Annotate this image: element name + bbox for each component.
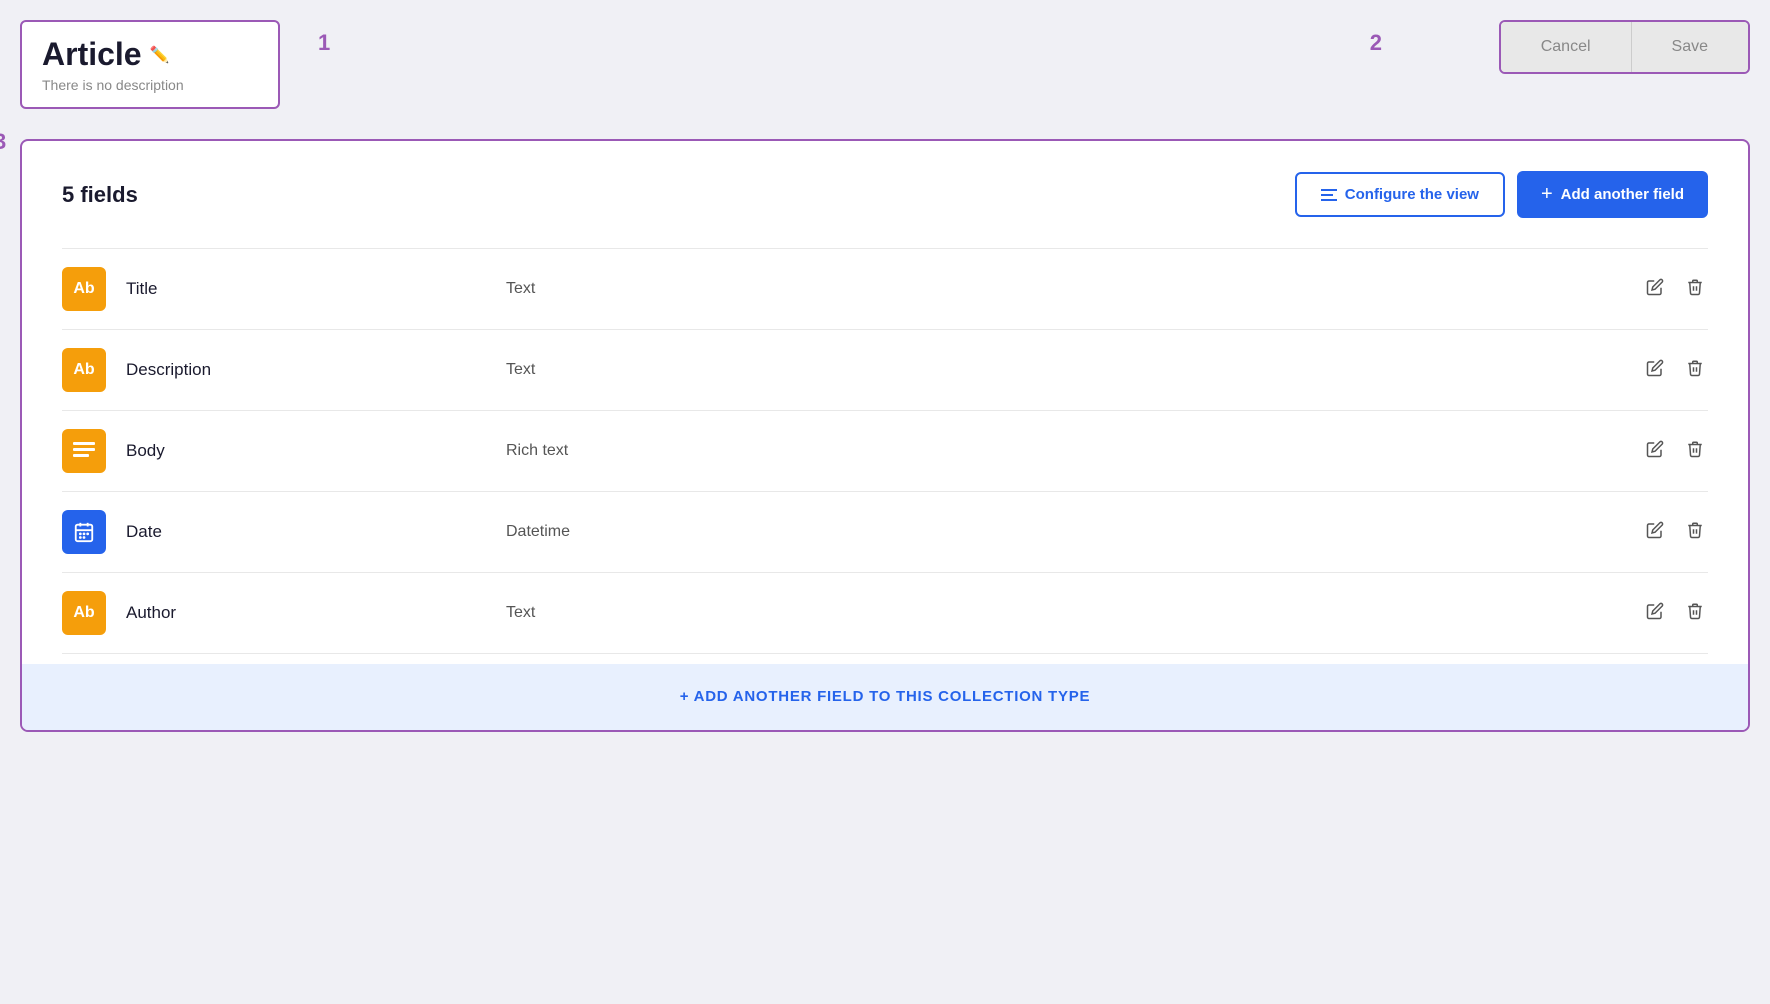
article-title: Article ✏️ [42, 36, 258, 73]
delete-field-button[interactable] [1682, 355, 1708, 386]
field-actions [1642, 355, 1708, 386]
field-name: Date [126, 522, 506, 542]
fields-list: Ab Title Text [62, 248, 1708, 654]
field-actions [1642, 598, 1708, 629]
field-row: Body Rich text [62, 411, 1708, 492]
field-type: Text [506, 361, 1642, 379]
delete-field-button[interactable] [1682, 598, 1708, 629]
field-name: Body [126, 441, 506, 461]
delete-field-button[interactable] [1682, 517, 1708, 548]
field-row: Ab Title Text [62, 249, 1708, 330]
main-panel: 3 5 fields Configure the view + Add anot… [20, 139, 1750, 732]
field-type: Text [506, 280, 1642, 298]
field-icon: Ab [62, 267, 106, 311]
field-name: Description [126, 360, 506, 380]
field-row: Date Datetime [62, 492, 1708, 573]
plus-icon: + [1541, 183, 1553, 206]
step-number-1: 1 [318, 30, 330, 56]
fields-count: 5 fields [62, 182, 138, 208]
field-name: Title [126, 279, 506, 299]
delete-field-button[interactable] [1682, 436, 1708, 467]
title-box: Article ✏️ There is no description [20, 20, 280, 109]
edit-field-button[interactable] [1642, 274, 1668, 305]
configure-view-button[interactable]: Configure the view [1295, 172, 1505, 217]
field-type: Datetime [506, 523, 1642, 541]
action-buttons: Cancel Save [1499, 20, 1750, 74]
step-number-2: 2 [1370, 30, 1382, 56]
edit-field-button[interactable] [1642, 355, 1668, 386]
field-name: Author [126, 603, 506, 623]
field-row: Ab Description Text [62, 330, 1708, 411]
edit-field-button[interactable] [1642, 517, 1668, 548]
field-type: Rich text [506, 442, 1642, 460]
edit-title-icon[interactable]: ✏️ [150, 45, 170, 65]
add-field-bottom: + ADD ANOTHER FIELD TO THIS COLLECTION T… [22, 664, 1748, 730]
save-button[interactable]: Save [1632, 22, 1748, 72]
field-icon [62, 429, 106, 473]
field-actions [1642, 517, 1708, 548]
field-icon [62, 510, 106, 554]
field-actions [1642, 436, 1708, 467]
configure-icon [1321, 189, 1337, 201]
field-row: Ab Author Text [62, 573, 1708, 654]
field-icon: Ab [62, 348, 106, 392]
delete-field-button[interactable] [1682, 274, 1708, 305]
add-field-bottom-button[interactable]: + ADD ANOTHER FIELD TO THIS COLLECTION T… [680, 688, 1090, 705]
field-actions [1642, 274, 1708, 305]
cancel-button[interactable]: Cancel [1501, 22, 1632, 72]
edit-field-button[interactable] [1642, 598, 1668, 629]
field-type: Text [506, 604, 1642, 622]
page-wrapper: 1 2 Article ✏️ There is no description C… [20, 20, 1750, 732]
panel-actions: Configure the view + Add another field [1295, 171, 1708, 218]
panel-header: 5 fields Configure the view + Add anothe… [62, 171, 1708, 218]
article-subtitle: There is no description [42, 77, 258, 93]
field-icon: Ab [62, 591, 106, 635]
edit-field-button[interactable] [1642, 436, 1668, 467]
step-number-3: 3 [0, 129, 6, 155]
add-field-button[interactable]: + Add another field [1517, 171, 1708, 218]
header-row: Article ✏️ There is no description Cance… [20, 20, 1750, 109]
